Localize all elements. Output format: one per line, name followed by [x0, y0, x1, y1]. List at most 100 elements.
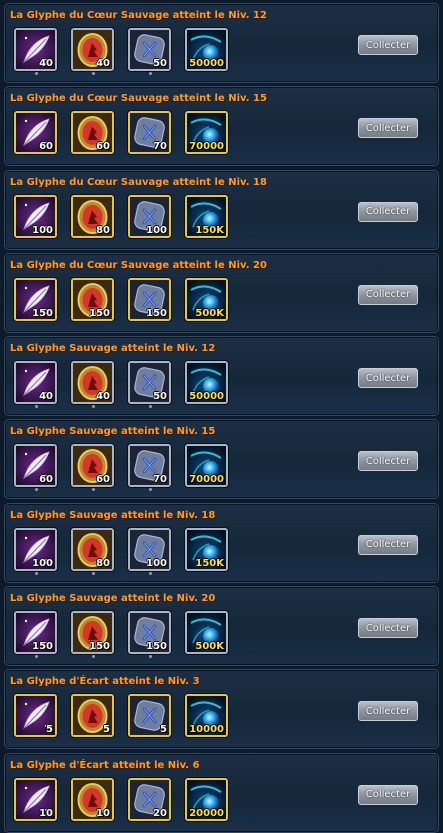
reward-row: La Glyphe du Cœur Sauvage atteint le Niv…	[4, 169, 439, 250]
reward-slot[interactable]: 100	[14, 527, 57, 575]
reward-items: 40 40 50 50000	[14, 28, 228, 75]
reward-slot[interactable]: 40	[14, 361, 57, 409]
reward-slot[interactable]: 20	[128, 777, 171, 821]
reward-items: 40 40 50 50000	[14, 361, 228, 409]
reward-items: 150 150 150 500K	[14, 277, 228, 321]
slot-indicator-dot	[149, 72, 152, 75]
collect-button[interactable]: Collecter	[358, 701, 418, 722]
item-quantity: 150	[146, 641, 167, 653]
slot-indicator-dot	[149, 488, 152, 492]
reward-slot[interactable]: 40	[14, 28, 57, 75]
collect-button[interactable]: Collecter	[358, 35, 418, 55]
reward-slot[interactable]: 10000	[185, 694, 228, 738]
reward-items: 100 80 100 150K	[14, 527, 228, 575]
reward-items: 60 60 70 70000	[14, 111, 228, 155]
reward-items: 60 60 70 70000	[14, 444, 228, 492]
reward-slot[interactable]: 10	[14, 777, 57, 821]
item-quantity: 10000	[189, 724, 224, 736]
item-quantity: 80	[96, 557, 110, 569]
reward-slot[interactable]: 150K	[185, 194, 228, 238]
item-quantity: 10	[39, 807, 53, 819]
reward-slot[interactable]: 150	[128, 277, 171, 321]
item-quantity: 40	[39, 391, 53, 403]
reward-slot[interactable]: 70	[128, 444, 171, 492]
reward-slot[interactable]: 100	[128, 194, 171, 238]
reward-slot[interactable]: 80	[71, 194, 114, 238]
reward-slot[interactable]: 70	[128, 111, 171, 155]
reward-row: La Glyphe Sauvage atteint le Niv. 20 150…	[4, 586, 439, 667]
reward-slot[interactable]: 100	[128, 527, 171, 575]
reward-slot[interactable]: 50000	[185, 361, 228, 405]
item-quantity: 20000	[189, 807, 224, 819]
slot-indicator-dot	[35, 405, 38, 409]
reward-slot[interactable]: 60	[71, 444, 114, 492]
collect-button[interactable]: Collecter	[358, 784, 418, 805]
reward-slot[interactable]: 50000	[185, 28, 228, 71]
collect-button[interactable]: Collecter	[358, 534, 418, 555]
reward-slot[interactable]: 5	[71, 694, 114, 738]
item-quantity: 500K	[195, 307, 224, 319]
item-quantity: 150K	[195, 557, 224, 569]
reward-slot[interactable]: 40	[71, 361, 114, 409]
reward-slot[interactable]: 70000	[185, 444, 228, 488]
item-quantity: 60	[39, 141, 53, 153]
item-quantity: 150	[146, 307, 167, 319]
reward-slot[interactable]: 100	[14, 194, 57, 238]
reward-title: La Glyphe Sauvage atteint le Niv. 18	[10, 509, 216, 521]
reward-title: La Glyphe du Cœur Sauvage atteint le Niv…	[10, 176, 267, 188]
item-quantity: 150	[89, 641, 110, 653]
reward-slot[interactable]: 50	[128, 361, 171, 409]
item-quantity: 60	[96, 141, 110, 153]
reward-slot[interactable]: 50	[128, 28, 171, 75]
reward-title: La Glyphe d'Écart atteint le Niv. 3	[10, 676, 200, 688]
item-quantity: 40	[96, 58, 110, 69]
collect-button[interactable]: Collecter	[358, 284, 418, 305]
reward-slot[interactable]: 60	[71, 111, 114, 155]
collect-button[interactable]: Collecter	[358, 118, 418, 139]
reward-title: La Glyphe Sauvage atteint le Niv. 20	[10, 593, 216, 605]
collect-button[interactable]: Collecter	[358, 451, 418, 472]
item-quantity: 5	[160, 724, 167, 736]
reward-slot[interactable]: 150K	[185, 527, 228, 571]
reward-items: 10 10 20 20000	[14, 777, 228, 821]
reward-slot[interactable]: 150	[71, 277, 114, 321]
slot-indicator-dot	[35, 488, 38, 492]
reward-slot[interactable]: 70000	[185, 111, 228, 155]
item-quantity: 10	[96, 807, 110, 819]
item-quantity: 70	[153, 474, 167, 486]
reward-slot[interactable]: 500K	[185, 277, 228, 321]
item-quantity: 50	[153, 391, 167, 403]
slot-indicator-dot	[92, 405, 95, 409]
reward-title: La Glyphe du Cœur Sauvage atteint le Niv…	[10, 10, 267, 21]
collect-button[interactable]: Collecter	[358, 618, 418, 639]
reward-slot[interactable]: 150	[14, 277, 57, 321]
reward-slot[interactable]: 60	[14, 444, 57, 492]
item-quantity: 70000	[189, 141, 224, 153]
reward-slot[interactable]: 60	[14, 111, 57, 155]
slot-indicator-dot	[92, 488, 95, 492]
reward-items: 5 5 5 10000	[14, 694, 228, 738]
reward-slot[interactable]: 150	[128, 611, 171, 659]
reward-slot[interactable]: 40	[71, 28, 114, 75]
slot-indicator-dot	[35, 571, 38, 575]
reward-slot[interactable]: 5	[128, 694, 171, 738]
reward-slot[interactable]: 5	[14, 694, 57, 738]
reward-slot[interactable]: 150	[14, 611, 57, 659]
reward-list: La Glyphe du Cœur Sauvage atteint le Niv…	[0, 0, 443, 833]
collect-button[interactable]: Collecter	[358, 368, 418, 389]
reward-slot[interactable]: 150	[71, 611, 114, 659]
reward-slot[interactable]: 80	[71, 527, 114, 575]
reward-slot[interactable]: 20000	[185, 777, 228, 821]
slot-indicator-dot	[149, 571, 152, 575]
reward-row: La Glyphe Sauvage atteint le Niv. 12 40 …	[4, 336, 439, 417]
item-quantity: 100	[146, 557, 167, 569]
collect-button[interactable]: Collecter	[358, 201, 418, 222]
reward-slot[interactable]: 500K	[185, 611, 228, 655]
reward-items: 150 150 150 500K	[14, 611, 228, 659]
item-quantity: 5	[103, 724, 110, 736]
reward-row: La Glyphe d'Écart atteint le Niv. 3 5 5 …	[4, 669, 439, 750]
reward-items: 100 80 100 150K	[14, 194, 228, 238]
item-quantity: 50000	[189, 391, 224, 403]
reward-slot[interactable]: 10	[71, 777, 114, 821]
slot-indicator-dot	[149, 405, 152, 409]
